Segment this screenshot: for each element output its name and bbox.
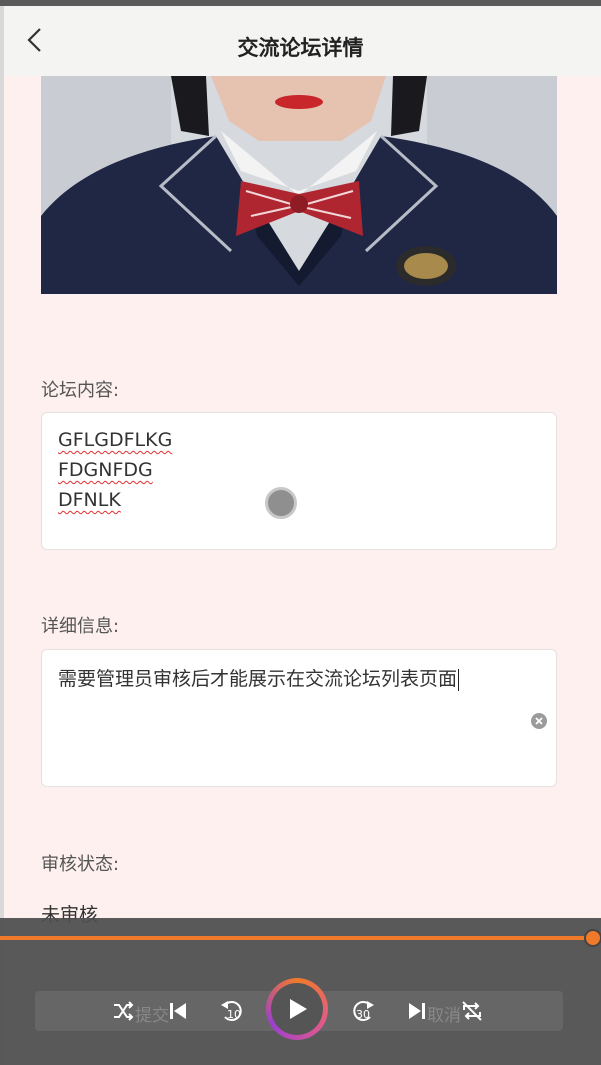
rewind-10-button[interactable]: 10 xyxy=(218,996,248,1026)
review-status-label: 审核状态: xyxy=(41,854,120,875)
forum-cover-image xyxy=(41,76,557,294)
next-icon xyxy=(409,1003,425,1019)
detail-textarea[interactable]: 需要管理员审核后才能展示在交流论坛列表页面 xyxy=(41,649,557,787)
progress-knob[interactable] xyxy=(584,929,601,947)
forward-30-label: 30 xyxy=(356,1008,370,1021)
play-icon xyxy=(290,999,307,1019)
rewind-10-label: 10 xyxy=(227,1008,241,1021)
forum-content-textarea[interactable]: GFLGDFLKG FDGNFDG DFNLK xyxy=(41,412,557,550)
shuffle-icon xyxy=(114,1001,134,1021)
cancel-button-label[interactable]: 取消 xyxy=(427,1001,461,1026)
page-title: 交流论坛详情 xyxy=(237,36,364,60)
play-button[interactable] xyxy=(266,978,328,1040)
detail-label: 详细信息: xyxy=(41,616,120,637)
shuffle-button[interactable] xyxy=(108,996,138,1026)
forum-content-label: 论坛内容: xyxy=(41,380,120,401)
previous-icon xyxy=(170,1003,186,1019)
previous-button[interactable] xyxy=(163,996,193,1026)
repeat-button[interactable] xyxy=(457,996,487,1026)
clear-icon[interactable] xyxy=(531,713,547,729)
top-shade xyxy=(0,0,601,6)
content-line: DFNLK xyxy=(58,489,121,511)
progress-bar[interactable] xyxy=(0,936,594,940)
forward-30-button[interactable]: 30 xyxy=(347,996,377,1026)
left-rail xyxy=(0,0,4,1065)
media-player-overlay: 提交 取消 10 30 xyxy=(0,918,601,1065)
touch-cursor-indicator xyxy=(265,487,297,519)
header-bar: 交流论坛详情 xyxy=(0,6,601,76)
repeat-off-icon xyxy=(462,1001,482,1021)
detail-value: 需要管理员审核后才能展示在交流论坛列表页面 xyxy=(58,668,458,690)
text-caret xyxy=(458,668,460,691)
content-line: GFLGDFLKG xyxy=(58,429,173,451)
next-button[interactable] xyxy=(402,996,432,1026)
content-line: FDGNFDG xyxy=(58,459,153,481)
